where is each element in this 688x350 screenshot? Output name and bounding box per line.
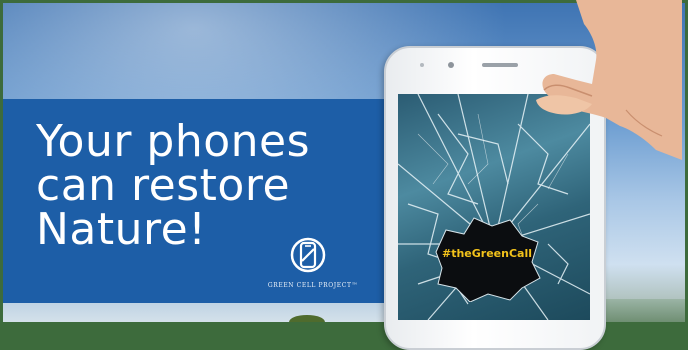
bush-graphic [289,315,325,322]
ground-strip [3,303,395,322]
hand-graphic [536,0,682,160]
green-cell-logo-icon [290,237,326,273]
headline-line-3: Nature! [36,204,207,255]
hashtag-text: #theGreenCall [442,247,533,260]
headline-line-2: can restore [36,160,291,211]
headline: Your phones can restore Nature! [36,120,386,252]
phone-sensor [420,63,424,67]
phone-speaker [482,63,518,67]
headline-line-1: Your phones [36,116,311,167]
logo-wordmark: GREEN CELL PROJECT™ [267,282,359,289]
camera-icon [448,62,454,68]
